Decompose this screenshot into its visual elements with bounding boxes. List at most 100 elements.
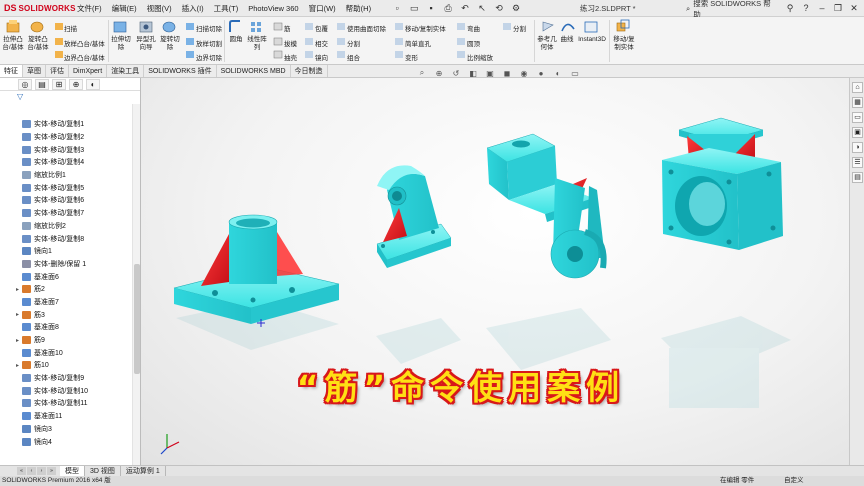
part-bracket-with-rib[interactable] [376,165,452,268]
custom-properties-icon[interactable]: ☰ [852,157,863,168]
options-gear-icon[interactable]: ⚙ [509,2,523,14]
menu-view[interactable]: 视图(V) [142,0,177,17]
tree-item[interactable]: ▸ 筋3 [0,308,132,321]
swept-cut-button[interactable]: 扫描切除 [196,23,222,33]
select-arrow-icon[interactable]: ↖ [475,2,489,14]
appearance-icon[interactable]: ● [535,68,547,78]
design-library-icon[interactable]: ▦ [852,97,863,108]
part-pedestal-with-ribs[interactable] [173,214,340,324]
menu-edit[interactable]: 编辑(E) [107,0,142,17]
appearances-icon[interactable]: ◑ [852,142,863,153]
deform-button[interactable]: 变形 [405,52,418,62]
tab-render-tools[interactable]: 渲染工具 [107,65,145,77]
lofted-cut-button[interactable]: 放样切割 [196,38,222,48]
move-copy-body-big-button[interactable]: 移动/复制实体 [611,36,637,52]
simple-hole-button[interactable]: 简单直孔 [405,38,431,48]
scale-button[interactable]: 比例缩放 [467,52,493,62]
tree-item[interactable]: 基准面10 [0,346,132,359]
tree-item[interactable]: 实体-移动/复制1 [0,118,132,131]
menu-file[interactable]: 文件(F) [72,0,107,17]
section-view-icon[interactable]: ◧ [467,68,479,78]
display-style-icon[interactable]: ◼ [501,68,513,78]
tab-make-today[interactable]: 今日制造 [291,65,328,77]
tree-item[interactable]: 实体-移动/复制9 [0,372,132,385]
tree-item[interactable]: ▸ 筋10 [0,359,132,372]
boundary-boss-button[interactable]: 边界凸台/基体 [64,52,105,62]
menu-tools[interactable]: 工具(T) [209,0,244,17]
move-copy-body-button[interactable]: 移动/复制实体 [405,23,446,33]
tab-motion-study-1[interactable]: 运动算例 1 [121,465,166,477]
tree-item[interactable]: 镜向4 [0,435,132,448]
solidworks-logo[interactable]: DS SOLIDWORKS [0,0,75,17]
display-manager-icon[interactable]: ◐ [86,78,100,90]
split2-button[interactable]: 分割 [513,23,526,33]
tree-item[interactable]: 镜向3 [0,423,132,436]
tab-evaluate[interactable]: 评估 [46,65,69,77]
hole-wizard-button[interactable]: 异型孔向导 [134,36,158,52]
combine-button[interactable]: 组合 [347,52,360,62]
tree-item[interactable]: 实体-移动/复制11 [0,397,132,410]
extruded-cut-button[interactable]: 拉伸切除 [110,36,132,52]
boundary-cut-button[interactable]: 边界切除 [196,52,222,62]
revolved-cut-button[interactable]: 旋转切除 [159,36,181,52]
tab-3d-views[interactable]: 3D 视图 [85,465,121,477]
tree-item[interactable]: 实体-移动/复制8 [0,232,132,245]
filter-icon[interactable]: ▽ [0,91,140,102]
undo-icon[interactable]: ↶ [458,2,472,14]
rebuild-icon[interactable]: ⟲ [492,2,506,14]
prev-tab-icon[interactable]: ‹ [27,467,36,475]
open-folder-icon[interactable]: ▭ [407,2,421,14]
tab-model[interactable]: 模型 [60,465,85,477]
rib-button[interactable]: 筋 [284,23,291,33]
shell-button[interactable]: 抽壳 [284,52,297,62]
dome-button[interactable]: 圆顶 [467,38,480,48]
menu-photoview[interactable]: PhotoView 360 [243,0,303,17]
part-l-bracket-with-rib[interactable] [486,133,607,279]
first-tab-icon[interactable]: « [17,467,26,475]
wrap-button[interactable]: 包覆 [315,23,328,33]
linear-pattern-button[interactable]: 线性阵列 [246,36,268,52]
help-search[interactable]: ⌕ 搜索 SOLIDWORKS 帮助 [686,0,776,19]
scene-icon[interactable]: ◐ [552,68,564,78]
zoom-area-icon[interactable]: ⊕ [433,68,445,78]
tree-item[interactable]: 基准面6 [0,270,132,283]
fillet-button[interactable]: 圆角 [226,36,246,44]
loft-button[interactable]: 放样凸台/基体 [64,38,105,48]
expand-arrow-icon[interactable]: ▸ [0,337,22,344]
instant3d-button[interactable]: Instant3D [577,36,607,44]
tree-item[interactable]: 实体-移动/复制5 [0,181,132,194]
tab-dimxpert[interactable]: DimXpert [69,65,108,77]
part-housing-with-ribs[interactable] [662,117,783,250]
tree-item[interactable]: 实体-移动/复制10 [0,384,132,397]
configuration-manager-icon[interactable]: ⊞ [52,78,66,90]
menu-insert[interactable]: 插入(I) [177,0,209,17]
expand-arrow-icon[interactable]: ▸ [0,286,22,293]
tree-scroll-thumb[interactable] [134,264,140,374]
ref-geometry-button[interactable]: 参考几何体 [536,36,558,52]
property-manager-icon[interactable]: ▤ [35,78,49,90]
feature-manager-icon[interactable]: ◎ [18,78,32,90]
tree-item[interactable]: 实体-删除/保留 1 [0,258,132,271]
maximize-icon[interactable]: ❐ [830,0,846,17]
tree-item[interactable]: 实体-移动/复制4 [0,156,132,169]
print-icon[interactable]: ⎙ [441,2,455,14]
tab-sketch[interactable]: 草图 [23,65,46,77]
last-tab-icon[interactable]: » [47,467,56,475]
expand-arrow-icon[interactable]: ▸ [0,311,22,318]
tree-item[interactable]: 实体-移动/复制3 [0,143,132,156]
tree-item[interactable]: 基准面11 [0,410,132,423]
tree-item[interactable]: ▸ 筋2 [0,283,132,296]
menu-window[interactable]: 窗口(W) [304,0,341,17]
tree-scrollbar[interactable] [132,104,140,465]
flex-button[interactable]: 弯曲 [467,23,480,33]
tree-item[interactable]: 实体-移动/复制2 [0,131,132,144]
view-palette-icon[interactable]: ▣ [852,127,863,138]
forum-icon[interactable]: ▤ [852,172,863,183]
zoom-to-fit-icon[interactable]: ⌕ [416,68,428,78]
tab-addins[interactable]: SOLIDWORKS 插件 [144,65,217,77]
solidworks-resources-icon[interactable]: ⌂ [852,82,863,93]
sweep-button[interactable]: 扫描 [64,23,77,33]
tree-item[interactable]: 缩放比例1 [0,169,132,182]
expand-arrow-icon[interactable]: ▸ [0,362,22,369]
tree-item[interactable]: 实体-移动/复制7 [0,207,132,220]
